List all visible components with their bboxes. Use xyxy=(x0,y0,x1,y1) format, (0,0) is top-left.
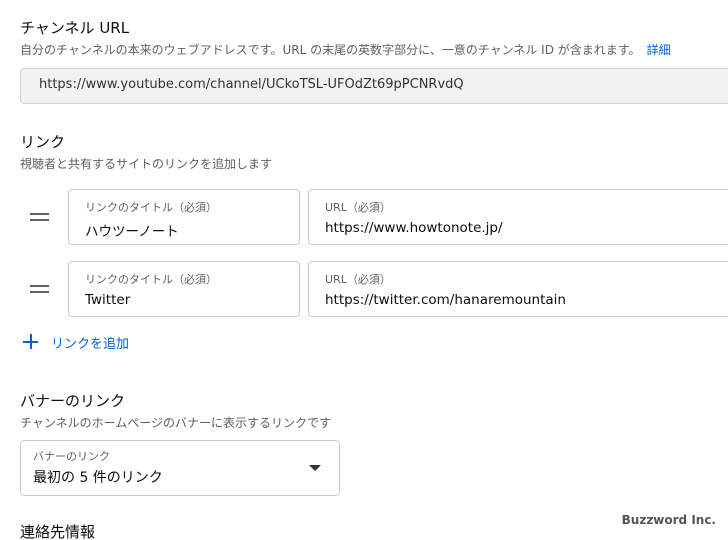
channel-basic-info-page: チャンネル URL 自分のチャンネルの本来のウェブアドレスです。URL の末尾の… xyxy=(0,0,728,540)
links-description: 視聴者と共有するサイトのリンクを追加します xyxy=(20,157,273,171)
add-link-button[interactable]: リンクを追加 xyxy=(20,331,129,353)
banner-links-title: バナーのリンク xyxy=(20,392,126,410)
watermark: Buzzword Inc. xyxy=(621,513,716,527)
channel-url-value: https://www.youtube.com/channel/UCkoTSL-… xyxy=(39,77,464,92)
link-url-value: https://www.howtonote.jp/ xyxy=(325,220,503,236)
add-link-label: リンクを追加 xyxy=(51,336,130,352)
link-url-label: URL（必須） xyxy=(325,201,391,214)
plus-icon xyxy=(20,332,40,352)
contact-info-title: 連絡先情報 xyxy=(20,523,96,540)
link-title-field[interactable]: リンクのタイトル（必須） ハウツーノート xyxy=(68,189,300,245)
link-url-field[interactable]: URL（必須） https://www.howtonote.jp/ xyxy=(308,189,728,245)
link-title-field[interactable]: リンクのタイトル（必須） Twitter xyxy=(68,261,300,317)
link-url-label: URL（必須） xyxy=(325,273,391,286)
link-title-label: リンクのタイトル（必須） xyxy=(85,201,217,214)
links-title: リンク xyxy=(20,133,66,151)
channel-url-field[interactable]: https://www.youtube.com/channel/UCkoTSL-… xyxy=(20,68,728,104)
channel-url-description-text: 自分のチャンネルの本来のウェブアドレスです。URL の末尾の英数字部分に、一意の… xyxy=(20,43,641,57)
link-title-label: リンクのタイトル（必須） xyxy=(85,273,217,286)
banner-links-select-value: 最初の 5 件のリンク xyxy=(33,470,163,486)
caret-down-icon xyxy=(309,465,321,471)
link-title-value: ハウツーノート xyxy=(85,224,179,240)
link-url-value: https://twitter.com/hanaremountain xyxy=(325,292,566,308)
channel-url-description: 自分のチャンネルの本来のウェブアドレスです。URL の末尾の英数字部分に、一意の… xyxy=(20,41,671,58)
drag-handle-icon[interactable] xyxy=(30,213,49,221)
banner-links-select-label: バナーのリンク xyxy=(33,450,110,463)
link-title-value: Twitter xyxy=(85,292,131,308)
banner-links-description: チャンネルのホームページのバナーに表示するリンクです xyxy=(20,416,332,430)
link-url-field[interactable]: URL（必須） https://twitter.com/hanaremounta… xyxy=(308,261,728,317)
details-link[interactable]: 詳細 xyxy=(647,43,671,57)
drag-handle-icon[interactable] xyxy=(30,285,49,293)
banner-links-select[interactable]: バナーのリンク 最初の 5 件のリンク xyxy=(20,440,340,496)
channel-url-title: チャンネル URL xyxy=(20,19,130,37)
